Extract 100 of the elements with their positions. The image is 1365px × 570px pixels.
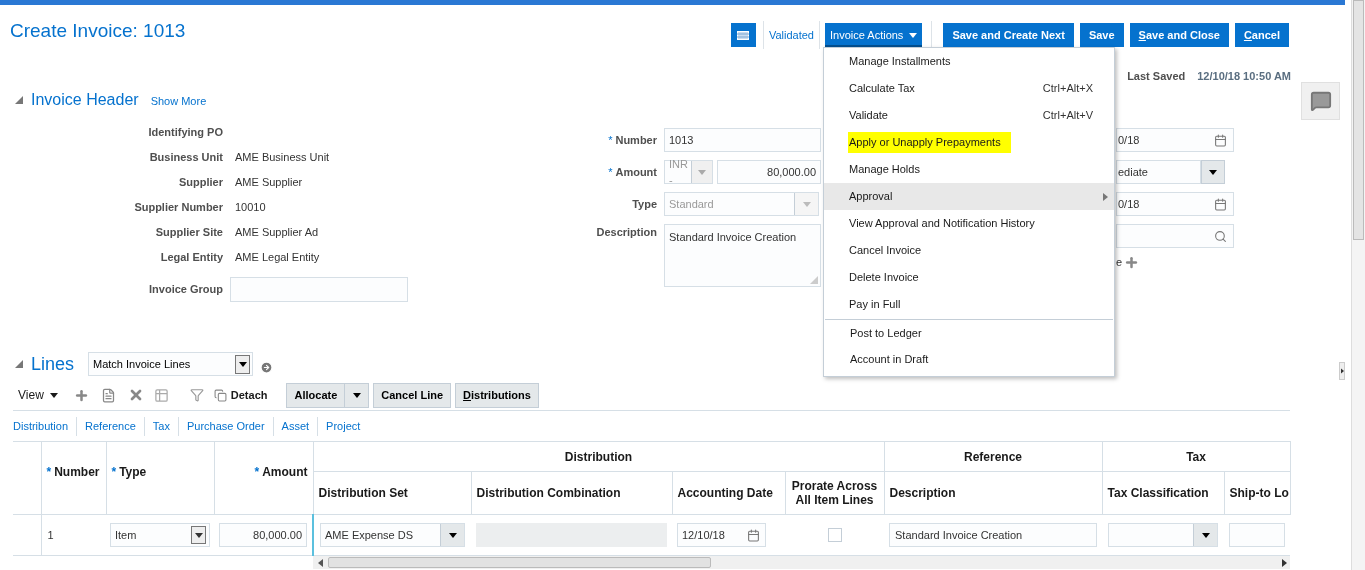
collapse-icon <box>15 96 23 104</box>
description-field[interactable]: Standard Invoice Creation <box>664 224 821 287</box>
calendar-icon[interactable] <box>1214 133 1227 147</box>
detach-icon <box>213 388 227 402</box>
horizontal-scrollbar-thumb[interactable] <box>328 557 711 568</box>
add-icon[interactable] <box>1124 254 1140 270</box>
column-header: Type <box>119 464 147 479</box>
field-label: Business Unit <box>148 150 223 166</box>
select-field[interactable]: ediate <box>1116 160 1201 184</box>
field-label: Number <box>615 132 657 148</box>
section-title: Lines <box>31 352 75 376</box>
amount-field[interactable]: 80,000.00 <box>717 160 821 184</box>
menu-item[interactable]: Cancel Invoice <box>824 237 1114 264</box>
comments-button[interactable] <box>1301 82 1340 120</box>
combobox-field[interactable] <box>1108 523 1218 547</box>
text-field[interactable]: Standard Invoice Creation <box>889 523 1097 547</box>
caret-down-icon <box>698 169 707 175</box>
section-title: Invoice Header <box>31 90 139 110</box>
table-view-button[interactable] <box>730 23 756 47</box>
document-icon[interactable] <box>100 387 116 403</box>
date-field[interactable]: 0/18 <box>1116 192 1234 216</box>
menu-item-label: View Approval and Notification History <box>849 216 1035 232</box>
menu-item[interactable]: Account in Draft <box>825 346 1113 372</box>
menu-item[interactable]: Delete Invoice <box>824 264 1114 291</box>
cancel-line-button[interactable]: Cancel Line <box>373 382 452 408</box>
date-field[interactable]: 12/10/18 <box>677 523 766 547</box>
invoice-actions-button[interactable]: Invoice Actions <box>825 23 923 47</box>
number-field[interactable]: 1013 <box>664 128 821 152</box>
date-field[interactable]: 0/18 <box>1116 128 1234 152</box>
detach-button[interactable]: Detach <box>213 386 268 404</box>
field-label: Legal Entity <box>159 250 223 266</box>
field-label: Description <box>596 225 657 240</box>
table-icon[interactable] <box>153 387 169 403</box>
field-label: Identifying PO <box>147 125 223 141</box>
detail-tab-link[interactable]: Project <box>318 417 369 435</box>
show-more-link[interactable]: Show More <box>150 92 207 110</box>
calendar-icon[interactable] <box>747 528 760 542</box>
required-mark: * <box>111 464 117 479</box>
view-menu[interactable]: View <box>18 386 58 404</box>
menu-item[interactable]: Validate Ctrl+Alt+V <box>824 102 1114 129</box>
vertical-scrollbar-thumb[interactable] <box>1353 0 1364 240</box>
add-icon[interactable] <box>73 387 89 403</box>
required-mark: * <box>608 132 613 148</box>
last-saved-time: 12/10/18 10:50 AM <box>1197 68 1291 84</box>
field-value: AME Legal Entity <box>235 250 320 266</box>
match-lines-select[interactable]: Match Invoice Lines <box>88 352 254 376</box>
caret-down-icon <box>352 392 361 398</box>
detail-tab-link[interactable]: Distribution <box>13 417 77 435</box>
field-value: 10010 <box>235 200 266 216</box>
field-label: Supplier Number <box>133 200 223 216</box>
amount-field[interactable]: 80,000.00 <box>219 523 307 547</box>
partial-label: e <box>1116 255 1123 270</box>
column-header: Amount <box>262 464 308 479</box>
field-label: Supplier <box>178 175 223 191</box>
vertical-scrollbar[interactable] <box>1351 0 1365 570</box>
menu-item[interactable]: Post to Ledger <box>825 320 1113 346</box>
search-icon[interactable] <box>1214 229 1227 243</box>
field-label: Invoice Group <box>148 282 223 298</box>
calendar-icon[interactable] <box>1214 197 1227 211</box>
detail-tab-link[interactable]: Reference <box>77 417 144 435</box>
shortcut-text: Ctrl+Alt+X <box>1042 81 1093 97</box>
toolbar-button[interactable]: Save and Close <box>1129 23 1229 47</box>
menu-item[interactable]: Calculate Tax Ctrl+Alt+X <box>824 75 1114 102</box>
field-label: Supplier Site <box>154 225 223 241</box>
type-select[interactable]: Item <box>110 523 210 547</box>
resize-grip-icon <box>810 276 818 284</box>
caret-down-icon <box>1209 169 1217 175</box>
detail-tab-link[interactable]: Asset <box>273 417 318 435</box>
menu-item[interactable]: Manage Installments <box>824 48 1114 75</box>
toolbar-button[interactable]: Save <box>1079 23 1124 47</box>
filter-icon[interactable] <box>189 388 204 402</box>
text-field[interactable] <box>1229 523 1286 547</box>
menu-item[interactable]: Pay in Full <box>824 291 1114 318</box>
required-mark: * <box>608 164 613 180</box>
column-header: Description <box>889 486 956 500</box>
menu-item[interactable]: Apply or Unapply Prepayments <box>824 129 1114 156</box>
detail-tab-link[interactable]: Purchase Order <box>178 417 273 435</box>
menu-item-label: Validate <box>849 108 888 124</box>
go-icon[interactable] <box>260 360 274 374</box>
checkbox[interactable] <box>827 528 842 542</box>
invoice-group-field[interactable] <box>230 277 408 302</box>
dropdown-button[interactable] <box>1201 160 1225 184</box>
validated-link[interactable]: Validated <box>763 26 819 44</box>
detail-tab-link[interactable]: Tax <box>144 417 178 435</box>
field-value: AME Business Unit <box>235 150 330 166</box>
submenu-arrow-icon <box>1103 192 1108 201</box>
toolbar-button[interactable]: Cancel <box>1234 23 1289 47</box>
toolbar-button[interactable]: Save and Create Next <box>943 23 1074 47</box>
menu-item-label: Post to Ledger <box>850 325 922 341</box>
menu-item[interactable]: Manage Holds <box>824 156 1114 183</box>
menu-item-label: Calculate Tax <box>849 81 915 97</box>
combobox-field[interactable]: AME Expense DS <box>320 523 465 547</box>
caret-down-icon <box>49 392 58 398</box>
distributions-button[interactable]: Distributions <box>455 382 539 408</box>
side-panel-tab[interactable] <box>1339 362 1345 380</box>
field-label: Amount <box>615 164 657 180</box>
menu-item-label: Approval <box>849 189 893 205</box>
menu-item[interactable]: View Approval and Notification History <box>824 210 1114 237</box>
search-field[interactable] <box>1116 224 1234 248</box>
menu-item[interactable]: Approval <box>824 183 1114 210</box>
